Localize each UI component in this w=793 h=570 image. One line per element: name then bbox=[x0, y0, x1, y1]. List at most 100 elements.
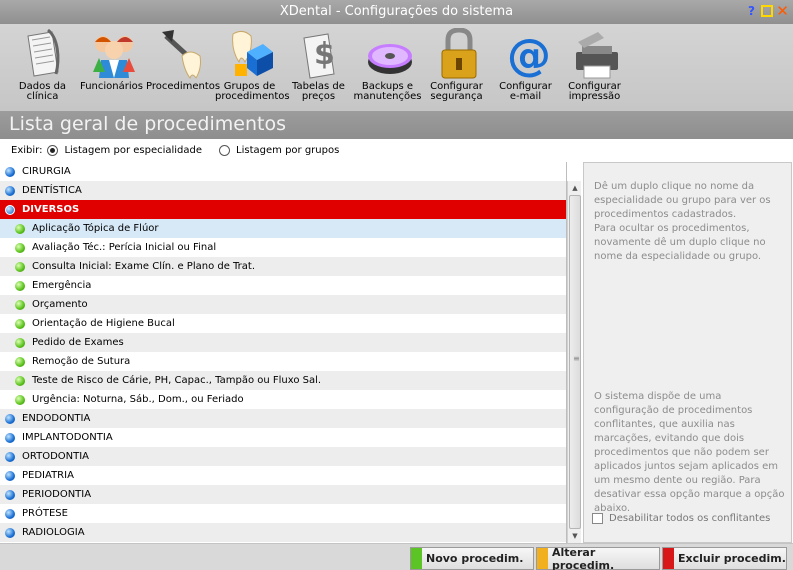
title-bar: XDental - Configurações do sistema ? ✕ bbox=[0, 0, 793, 24]
groups-radio-label[interactable]: Listagem por grupos bbox=[236, 145, 339, 156]
scroll-down-icon[interactable]: ▼ bbox=[568, 529, 582, 543]
specialty-row[interactable]: DENTÍSTICA bbox=[0, 181, 566, 200]
filter-label: Exibir: bbox=[11, 145, 43, 156]
specialty-row[interactable]: ENDODONTIA bbox=[0, 409, 566, 428]
specialty-bullet-icon bbox=[5, 204, 15, 215]
row-label: Teste de Risco de Cárie, PH, Capac., Tam… bbox=[32, 375, 322, 386]
scroll-up-icon[interactable]: ▲ bbox=[568, 181, 582, 195]
info-help-text: Dê um duplo clique no nome da especialid… bbox=[594, 181, 771, 262]
row-label: ORTODONTIA bbox=[22, 451, 90, 462]
procedure-row[interactable]: Aplicação Tópica de Flúor bbox=[0, 219, 566, 238]
groups-radio[interactable] bbox=[219, 145, 231, 156]
row-label: Emergência bbox=[32, 280, 92, 291]
toolbar-label: Configurar segurança bbox=[430, 81, 483, 102]
specialty-bullet-icon bbox=[5, 508, 15, 519]
procedure-groups-icon bbox=[232, 30, 273, 76]
procedure-row[interactable]: Pedido de Exames bbox=[0, 333, 566, 352]
toolbar: Dados da clínica Funcionários Procedimen… bbox=[0, 24, 793, 111]
toolbar-procedure-groups-button[interactable]: Grupos de procedimentos bbox=[215, 24, 290, 111]
page-title: Lista geral de procedimentos bbox=[9, 113, 286, 135]
row-label: PEDIATRIA bbox=[22, 470, 74, 481]
specialty-row[interactable]: ORTODONTIA bbox=[0, 447, 566, 466]
specialty-row[interactable]: IMPLANTODONTIA bbox=[0, 428, 566, 447]
scroll-thumb[interactable]: ≡ bbox=[569, 195, 581, 529]
row-label: Urgência: Noturna, Sáb., Dom., ou Feriad… bbox=[32, 394, 244, 405]
row-label: Orçamento bbox=[32, 299, 88, 310]
delete-procedure-label: Excluir procedim. bbox=[678, 552, 786, 565]
specialty-bullet-icon bbox=[5, 489, 15, 500]
toolbar-label: Backups e manutenções bbox=[353, 81, 422, 102]
row-label: ENDODONTIA bbox=[22, 413, 91, 424]
specialty-row[interactable]: PERIODONTIA bbox=[0, 485, 566, 504]
edit-procedure-button[interactable]: Alterar procedim. bbox=[536, 545, 660, 570]
row-label: IMPLANTODONTIA bbox=[22, 432, 113, 443]
procedure-row[interactable]: Orçamento bbox=[0, 295, 566, 314]
specialty-row[interactable]: DIVERSOS bbox=[0, 200, 566, 219]
procedure-row[interactable]: Orientação de Higiene Bucal bbox=[0, 314, 566, 333]
new-procedure-label: Novo procedim. bbox=[426, 552, 524, 565]
help-icon[interactable]: ? bbox=[745, 4, 758, 18]
employees-icon bbox=[93, 36, 135, 78]
info-panel: Dê um duplo clique no nome da especialid… bbox=[583, 162, 792, 543]
edit-color-stripe bbox=[537, 548, 548, 569]
procedure-bullet-icon bbox=[15, 280, 25, 291]
security-lock-icon bbox=[441, 28, 477, 79]
maximize-icon[interactable] bbox=[761, 4, 773, 17]
procedure-bullet-icon bbox=[15, 261, 25, 272]
edit-procedure-label: Alterar procedim. bbox=[552, 545, 615, 570]
specialty-row[interactable]: RADIOLOGIA bbox=[0, 523, 566, 542]
email-icon: @ bbox=[507, 30, 551, 80]
specialty-bullet-icon bbox=[5, 432, 15, 443]
toolbar-label: Dados da clínica bbox=[18, 81, 67, 102]
window-title: XDental - Configurações do sistema bbox=[279, 4, 514, 19]
toolbar-security-button[interactable]: Configurar segurança bbox=[422, 24, 491, 111]
specialty-bullet-icon bbox=[5, 451, 15, 462]
toolbar-price-tables-button[interactable]: $ Tabelas de preços bbox=[284, 24, 353, 111]
section-header: Lista geral de procedimentos bbox=[0, 111, 793, 139]
toolbar-print-button[interactable]: Configurar impressão bbox=[560, 24, 629, 111]
svg-text:@: @ bbox=[507, 30, 551, 80]
procedure-row[interactable]: Avaliação Téc.: Perícia Inicial ou Final bbox=[0, 238, 566, 257]
close-icon[interactable]: ✕ bbox=[776, 2, 789, 20]
procedure-row[interactable]: Consulta Inicial: Exame Clín. e Plano de… bbox=[0, 257, 566, 276]
toolbar-label: Grupos de procedimentos bbox=[215, 81, 290, 102]
toolbar-label: Configurar impressão bbox=[568, 81, 621, 102]
procedure-bullet-icon bbox=[15, 242, 25, 253]
list-scrollbar[interactable]: ▲ ≡ ▼ bbox=[567, 181, 581, 543]
procedure-bullet-icon bbox=[15, 375, 25, 386]
specialty-row[interactable]: PEDIATRIA bbox=[0, 466, 566, 485]
action-bar: Novo procedim. Alterar procedim. Excluir… bbox=[0, 543, 793, 570]
specialty-radio-label[interactable]: Listagem por especialidade bbox=[64, 145, 202, 156]
row-label: Remoção de Sutura bbox=[32, 356, 131, 367]
delete-color-stripe bbox=[663, 548, 674, 569]
svg-text:$: $ bbox=[314, 37, 335, 72]
new-procedure-button[interactable]: Novo procedim. bbox=[410, 547, 534, 570]
procedure-row[interactable]: Remoção de Sutura bbox=[0, 352, 566, 371]
specialty-row[interactable]: CIRURGIA bbox=[0, 162, 566, 181]
procedure-row[interactable]: Urgência: Noturna, Sáb., Dom., ou Feriad… bbox=[0, 390, 566, 409]
row-label: DIVERSOS bbox=[22, 204, 80, 215]
row-label: Avaliação Téc.: Perícia Inicial ou Final bbox=[32, 242, 217, 253]
disable-conflicts-label: Desabilitar todos os conflitantes bbox=[609, 513, 771, 524]
toolbar-email-button[interactable]: @ Configurar e-mail bbox=[491, 24, 560, 111]
specialty-radio[interactable] bbox=[47, 145, 59, 156]
procedure-row[interactable]: Emergência bbox=[0, 276, 566, 295]
disable-conflicts-option[interactable]: Desabilitar todos os conflitantes bbox=[592, 513, 770, 524]
delete-procedure-button[interactable]: Excluir procedim. bbox=[662, 547, 787, 570]
procedure-bullet-icon bbox=[15, 356, 25, 367]
procedure-row[interactable]: Teste de Risco de Cárie, PH, Capac., Tam… bbox=[0, 371, 566, 390]
specialty-row[interactable]: PRÓTESE bbox=[0, 504, 566, 523]
toolbar-backups-button[interactable]: Backups e manutenções bbox=[353, 24, 422, 111]
window-controls: ? ✕ bbox=[745, 2, 789, 20]
specialty-bullet-icon bbox=[5, 185, 15, 196]
procedure-bullet-icon bbox=[15, 337, 25, 348]
disable-conflicts-checkbox[interactable] bbox=[592, 513, 603, 524]
toolbar-employees-button[interactable]: Funcionários bbox=[77, 24, 146, 111]
procedures-tools-icon bbox=[162, 30, 201, 80]
toolbar-procedures-button[interactable]: Procedimentos bbox=[146, 24, 220, 111]
row-label: Aplicação Tópica de Flúor bbox=[32, 223, 159, 234]
row-label: DENTÍSTICA bbox=[22, 185, 82, 196]
row-label: Pedido de Exames bbox=[32, 337, 124, 348]
new-color-stripe bbox=[411, 548, 422, 569]
toolbar-clinic-data-button[interactable]: Dados da clínica bbox=[8, 24, 77, 111]
